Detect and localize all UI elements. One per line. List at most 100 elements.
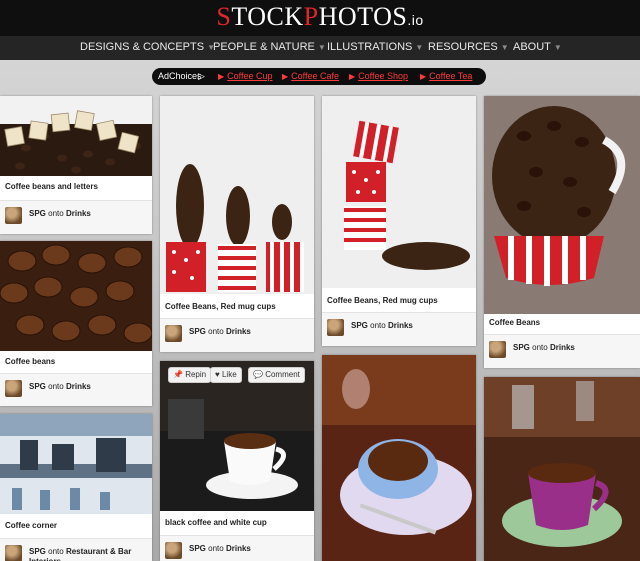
user-name[interactable]: SPG	[351, 321, 368, 330]
board-name[interactable]: Drinks	[388, 321, 413, 330]
coffee-beans-image	[0, 241, 152, 351]
pin-card[interactable]: Coffee beans SPG onto Drinks	[0, 241, 152, 406]
pin-image[interactable]	[0, 414, 152, 514]
pin-card[interactable]: 📌 Repin ♥ Like 💬 Comment black coffee an…	[160, 361, 314, 561]
pin-image[interactable]	[322, 355, 476, 561]
avatar[interactable]	[5, 545, 22, 561]
ad-link-coffee-tea[interactable]: ▶ Coffee Tea	[420, 68, 472, 85]
pin-card[interactable]	[322, 355, 476, 561]
ad-link-label: Coffee Shop	[358, 71, 409, 81]
coffee-beans-letters-image	[0, 96, 152, 176]
logo-io: .io	[407, 12, 424, 28]
user-name[interactable]: SPG	[29, 547, 46, 556]
purple-cup-espresso-image	[484, 377, 640, 561]
board-name[interactable]: Drinks	[550, 343, 575, 352]
pin-caption[interactable]: Coffee beans	[5, 357, 148, 367]
comment-icon: 💬	[253, 370, 263, 379]
board-name[interactable]: Drinks	[66, 209, 91, 218]
pin-card[interactable]: Coffee Beans, Red mug cups SPG onto Drin…	[160, 96, 314, 352]
pin-card[interactable]: Coffee beans and letters SPG onto Drinks	[0, 96, 152, 234]
play-icon: ▶	[420, 72, 427, 81]
user-name[interactable]: SPG	[29, 382, 46, 391]
like-button[interactable]: ♥ Like	[210, 367, 242, 383]
pin-caption[interactable]: Coffee beans and letters	[5, 182, 148, 192]
ad-link-label: Coffee Cafe	[291, 71, 340, 81]
nav-label: RESOURCES	[428, 41, 498, 53]
pin-card[interactable]: Coffee corner SPG onto Restaurant & Bar …	[0, 414, 152, 561]
pin-caption[interactable]: Coffee Beans, Red mug cups	[327, 296, 472, 306]
nav-item-resources[interactable]: RESOURCES ▼	[428, 41, 509, 54]
pin-image[interactable]	[160, 361, 314, 511]
attribution-text: SPG onto Drinks	[351, 321, 472, 331]
pin-caption[interactable]: Coffee corner	[5, 521, 148, 531]
attribution-text: SPG onto Drinks	[189, 544, 310, 554]
pin-image[interactable]	[322, 96, 476, 288]
top-bar: STOCKPHOTOS.io	[0, 0, 640, 36]
onto-label: onto	[48, 547, 64, 556]
avatar[interactable]	[165, 542, 182, 559]
onto-label: onto	[48, 382, 64, 391]
user-name[interactable]: SPG	[513, 343, 530, 352]
like-label: Like	[221, 370, 237, 379]
pin-image[interactable]	[160, 96, 314, 294]
pin-card[interactable]	[484, 377, 640, 561]
heart-icon: ♥	[215, 370, 220, 379]
repin-button[interactable]: 📌 Repin	[168, 367, 212, 383]
attribution-text: SPG onto Restaurant & Bar Interiors	[29, 547, 148, 561]
ad-link-coffee-cafe[interactable]: ▶ Coffee Cafe	[282, 68, 339, 85]
caret-down-icon: ▼	[317, 43, 326, 52]
pin-caption[interactable]: black coffee and white cup	[165, 518, 310, 528]
nav-item-about[interactable]: ABOUT ▼	[513, 41, 562, 54]
adchoices-label[interactable]: AdChoices	[158, 68, 202, 85]
pin-caption[interactable]: Coffee Beans	[489, 318, 636, 328]
nav-label: ABOUT	[513, 41, 551, 53]
comment-button[interactable]: 💬 Comment	[248, 367, 305, 383]
nav-item-people-nature[interactable]: PEOPLE & NATURE ▼	[213, 41, 326, 54]
nav-item-designs-concepts[interactable]: DESIGNS & CONCEPTS ▼	[80, 41, 215, 54]
play-icon: ▶	[349, 72, 356, 81]
onto-label: onto	[48, 209, 64, 218]
pin-card[interactable]: Coffee Beans SPG onto Drinks	[484, 96, 640, 368]
pin-card[interactable]: Coffee Beans, Red mug cups SPG onto Drin…	[322, 96, 476, 346]
pin-attribution: SPG onto Drinks	[160, 318, 314, 352]
ad-link-coffee-cup[interactable]: ▶ Coffee Cup	[218, 68, 273, 85]
pin-image[interactable]	[0, 241, 152, 351]
user-name[interactable]: SPG	[29, 209, 46, 218]
play-icon: ▶	[218, 72, 225, 81]
pin-attribution: SPG onto Drinks	[0, 373, 152, 406]
red-cup-beans-image	[484, 96, 640, 314]
ad-link-coffee-shop[interactable]: ▶ Coffee Shop	[349, 68, 408, 85]
user-name[interactable]: SPG	[189, 544, 206, 553]
board-name[interactable]: Drinks	[226, 327, 251, 336]
avatar[interactable]	[5, 207, 22, 224]
nav-item-illustrations[interactable]: ILLUSTRATIONS ▼	[327, 41, 423, 54]
blue-cup-espresso-image	[322, 355, 476, 561]
onto-label: onto	[208, 544, 224, 553]
play-icon[interactable]: ▷	[198, 68, 205, 85]
avatar[interactable]	[489, 341, 506, 358]
onto-label: onto	[370, 321, 386, 330]
avatar[interactable]	[5, 380, 22, 397]
pin-attribution: SPG onto Drinks	[322, 312, 476, 346]
ad-link-label: Coffee Tea	[429, 71, 473, 81]
pin-caption[interactable]: Coffee Beans, Red mug cups	[165, 302, 310, 312]
board-name[interactable]: Drinks	[226, 544, 251, 553]
site-logo[interactable]: STOCKPHOTOS.io	[0, 4, 640, 33]
nav-label: DESIGNS & CONCEPTS	[80, 41, 205, 53]
pin-attribution: SPG onto Drinks	[160, 535, 314, 561]
ad-bar: AdChoices ▷ ▶ Coffee Cup ▶ Coffee Cafe ▶ Co…	[152, 68, 486, 85]
board-name[interactable]: Drinks	[66, 382, 91, 391]
black-coffee-white-cup-image	[160, 361, 314, 511]
nav-label: PEOPLE & NATURE	[213, 41, 315, 53]
pin-image[interactable]	[0, 96, 152, 176]
main-nav: DESIGNS & CONCEPTS ▼ PEOPLE & NATURE ▼ ILL…	[0, 36, 640, 60]
red-mug-cups-image	[160, 96, 314, 294]
pin-image[interactable]	[484, 96, 640, 314]
pin-icon: 📌	[173, 370, 183, 379]
logo-hotos: HOTOS	[318, 2, 408, 31]
pin-image[interactable]	[484, 377, 640, 561]
avatar[interactable]	[327, 319, 344, 336]
user-name[interactable]: SPG	[189, 327, 206, 336]
avatar[interactable]	[165, 325, 182, 342]
comment-label: Comment	[265, 370, 300, 379]
